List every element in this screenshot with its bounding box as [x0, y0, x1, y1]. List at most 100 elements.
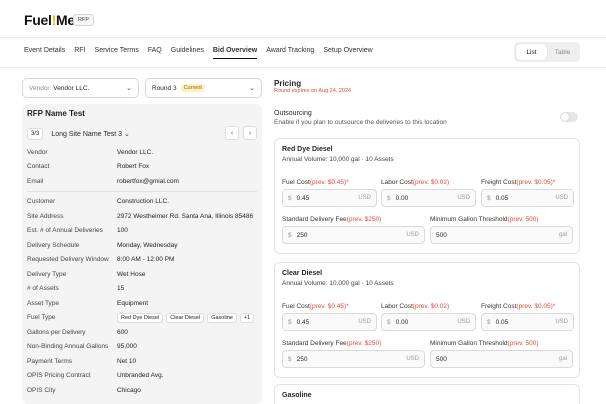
detail-row: OPIS City Chicago: [27, 384, 262, 396]
pricing-title: Pricing: [274, 79, 302, 88]
freight-cost-prev: (prev. $0.05)*: [516, 303, 556, 310]
usd-suffix: USD: [406, 356, 419, 362]
currency-symbol: $: [387, 318, 391, 326]
fuel-chip[interactable]: Red Dye Diesel: [117, 312, 164, 323]
detail-label: Asset Type: [27, 299, 60, 307]
info-label: Contact: [27, 163, 50, 170]
info-row: Email robertfox@gmial.com: [27, 175, 262, 187]
freight-cost-prev: (prev. $0.05)*: [516, 179, 556, 186]
detail-row: Est. # of Annual Deliveries 100: [27, 225, 262, 237]
min-gallon-value: 500: [436, 355, 447, 363]
detail-row: Customer Construction LLC.: [27, 196, 262, 208]
usd-suffix: USD: [457, 195, 470, 201]
currency-symbol: $: [288, 194, 292, 202]
tab-faq[interactable]: FAQ: [148, 47, 162, 59]
detail-label: Delivery Type: [27, 270, 67, 278]
fuel-chip[interactable]: +1: [239, 312, 255, 323]
list-view-button[interactable]: List: [516, 44, 547, 60]
labor-cost-value: 0.00: [395, 318, 409, 326]
detail-row: Asset Type Equipment: [27, 297, 262, 309]
detail-label: Customer: [27, 198, 56, 205]
currency-symbol: $: [288, 231, 292, 239]
site-row: 3/3 Long Site Name Test 3 ⌄ ‹ ›: [27, 126, 257, 142]
freight-cost-input[interactable]: $0.05 USD: [481, 189, 574, 207]
round-select[interactable]: Round 3 Current ⌄: [145, 78, 262, 98]
detail-label: OPIS Pricing Contract: [27, 372, 91, 379]
fuel-cost-label-text: Fuel Cost: [282, 179, 310, 186]
delivery-fee-label-text: Standard Delivery Fee: [282, 216, 347, 223]
currency-symbol: $: [487, 194, 491, 202]
tab-setup-overview[interactable]: Setup Overview: [323, 47, 372, 59]
fuel-cost-prev: (prev. $0.45)*: [309, 303, 349, 310]
table-view-button[interactable]: Table: [547, 44, 578, 60]
chevron-down-icon: ⌄: [126, 85, 132, 92]
tab-award-tracking[interactable]: Award Tracking: [266, 47, 314, 59]
delivery-fee-label: Standard Delivery Fee(prev. $250): [282, 216, 381, 223]
min-gallon-input[interactable]: 500 gal: [430, 226, 573, 244]
freight-cost-label: Freight Cost(prev. $0.05)*: [481, 179, 555, 186]
gal-suffix: gal: [558, 356, 567, 362]
labor-cost-label-text: Labor Cost: [381, 179, 413, 186]
prev-site-button[interactable]: ‹: [225, 126, 239, 140]
fuel-chip[interactable]: Clear Diesel: [166, 312, 205, 323]
info-row: Contact Robert Fox: [27, 161, 262, 173]
tab-event-details[interactable]: Event Details: [24, 47, 65, 59]
labor-cost-input[interactable]: $0.00 USD: [381, 189, 476, 207]
delivery-fee-input[interactable]: $250 USD: [282, 226, 425, 244]
tab-bid-overview[interactable]: Bid Overview: [212, 47, 258, 59]
fuel-card: Clear Diesel Annual Volume: 10,000 gal · …: [274, 262, 580, 378]
fuel-card: Red Dye Diesel Annual Volume: 10,000 gal …: [274, 138, 580, 254]
currency-symbol: $: [487, 318, 491, 326]
next-site-button[interactable]: ›: [243, 126, 257, 140]
fuel-cost-label: Fuel Cost(prev. $0.45)*: [282, 179, 349, 186]
tab-service-terms[interactable]: Service Terms: [95, 47, 139, 59]
fuel-cost-value: 0.45: [296, 194, 310, 202]
fuel-chip[interactable]: Gasoline: [207, 312, 237, 323]
fuelme-logo[interactable]: Fuel!Me: [24, 12, 75, 28]
currency-symbol: $: [288, 355, 292, 363]
detail-row: # of Assets 15: [27, 283, 262, 295]
fuel-card: Gasoline: [274, 384, 580, 404]
header-divider: [0, 67, 606, 68]
min-gallon-input[interactable]: 500 gal: [430, 350, 573, 368]
detail-row: Requested Delivery Window 8:00 AM - 12:00…: [27, 254, 262, 266]
freight-cost-value: 0.05: [495, 318, 509, 326]
site-name-dropdown[interactable]: Long Site Name Test 3 ⌄: [51, 130, 130, 138]
detail-value: Chicago: [117, 386, 141, 394]
detail-value: Net 10: [117, 357, 137, 365]
detail-value: Construction LLC.: [117, 198, 170, 205]
usd-suffix: USD: [406, 232, 419, 238]
tab-rfi[interactable]: RFI: [74, 47, 85, 59]
tab-guidelines[interactable]: Guidelines: [171, 47, 204, 59]
usd-suffix: USD: [555, 195, 568, 201]
chevron-down-icon: ⌄: [124, 131, 130, 138]
round-select-value: Round 3: [152, 84, 177, 92]
fuel-cost-prev: (prev. $0.45)*: [309, 179, 349, 186]
freight-cost-input[interactable]: $0.05 USD: [481, 313, 574, 331]
fuel-cost-input[interactable]: $0.45 USD: [282, 313, 377, 331]
fuel-name: Clear Diesel: [282, 270, 323, 277]
gal-suffix: gal: [558, 232, 567, 238]
detail-row: Delivery Type Wet Hose: [27, 268, 262, 280]
freight-cost-label-text: Freight Cost: [481, 303, 517, 310]
labor-cost-input[interactable]: $0.00 USD: [381, 313, 476, 331]
delivery-fee-value: 250: [296, 355, 308, 363]
detail-label: Gallons per Delivery: [27, 328, 86, 336]
fuel-cost-input[interactable]: $0.45 USD: [282, 189, 377, 207]
labor-cost-prev: (prev. $0.02): [412, 303, 450, 310]
info-value: Robert Fox: [117, 163, 150, 170]
detail-value: 600: [117, 328, 128, 336]
vendor-select-value: Vendor LLC.: [53, 84, 90, 92]
delivery-fee-prev: (prev. $250): [346, 216, 382, 223]
detail-value: Unbranded Avg.: [117, 372, 164, 379]
info-value: robertfox@gmial.com: [117, 177, 179, 185]
rfp-title: RFP Name Test: [27, 109, 85, 118]
freight-cost-label-text: Freight Cost: [481, 179, 517, 186]
outsourcing-toggle[interactable]: [560, 112, 578, 122]
view-toggle: List Table: [514, 42, 580, 62]
detail-label: OPIS City: [27, 386, 56, 394]
vendor-select[interactable]: Vendor: Vendor LLC. ⌄: [22, 78, 139, 98]
usd-suffix: USD: [358, 195, 371, 201]
delivery-fee-input[interactable]: $250 USD: [282, 350, 425, 368]
detail-value: 2972 Westheimer Rd. Santa Ana, Illinois …: [117, 212, 254, 220]
